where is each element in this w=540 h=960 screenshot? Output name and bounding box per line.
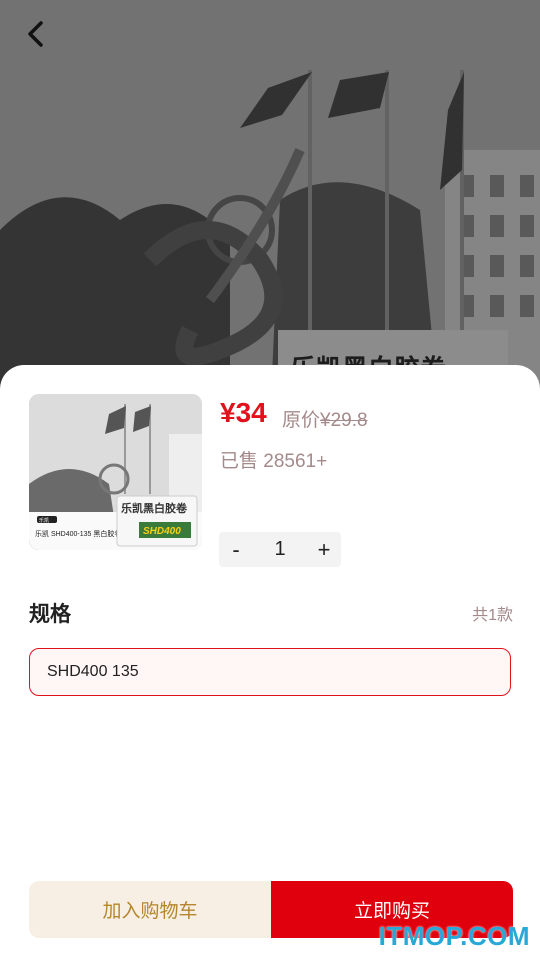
thumb-box-brand: 乐凯黑白胶卷 [121,501,188,515]
original-price-label: 原价 [282,410,321,431]
top-bar [0,0,540,68]
watermark-text: ITMOP.COM [378,921,530,951]
thumb-tag: 乐凯 [39,517,49,524]
quantity-value[interactable]: 1 [253,538,307,561]
chevron-left-icon [28,21,43,47]
thumbnail-illustration: 乐凯 乐凯 SHD400-135 黑白胶卷 乐凯黑白胶卷 SHD400 [29,394,202,550]
thumb-caption: 乐凯 SHD400-135 黑白胶卷 [35,529,121,538]
thumb-box-model: SHD400 [143,526,181,537]
decrease-button[interactable]: - [219,537,253,563]
back-button[interactable] [18,16,54,52]
quantity-stepper: - 1 + [219,532,341,567]
increase-button[interactable]: + [307,537,341,563]
product-thumbnail: 乐凯 乐凯 SHD400-135 黑白胶卷 乐凯黑白胶卷 SHD400 [29,394,202,550]
spec-option-selected[interactable]: SHD400 135 [29,648,511,696]
original-price: 原价¥29.8 [282,405,368,432]
sold-count: 已售 28561+ [220,451,328,472]
spec-title: 规格 [29,603,71,626]
purchase-sheet: 乐凯 乐凯 SHD400-135 黑白胶卷 乐凯黑白胶卷 SHD400 ¥34 … [0,365,540,960]
original-price-value: ¥29.8 [320,410,368,431]
product-price: ¥34 [220,397,267,428]
add-to-cart-button[interactable]: 加入购物车 [29,881,271,938]
spec-count: 共1款 [472,607,513,624]
